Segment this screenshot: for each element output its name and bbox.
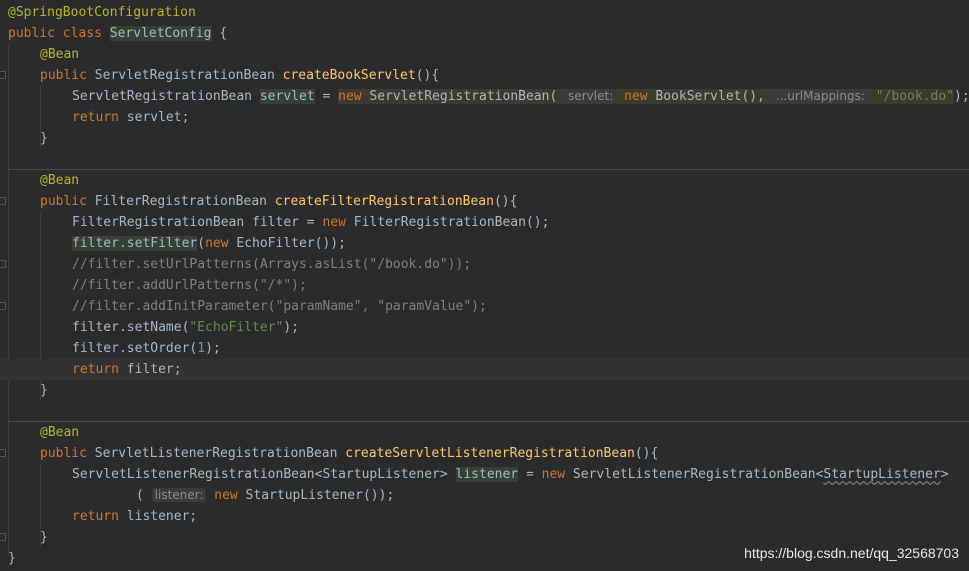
code-line: return servlet; <box>0 107 969 128</box>
method-sig-end: (){ <box>634 446 659 461</box>
comment: //filter.addInitParameter("paramName", "… <box>72 299 487 314</box>
brace: } <box>40 383 48 398</box>
keyword-return: return <box>72 362 119 377</box>
bean-annotation: @Bean <box>40 47 80 62</box>
return-type: ServletListenerRegistrationBean <box>94 446 338 461</box>
param-hint-servlet: servlet: <box>565 89 617 103</box>
return-type: ServletRegistrationBean <box>94 68 275 83</box>
keyword-return: return <box>72 509 119 524</box>
keyword-class: class <box>62 26 102 41</box>
keyword-return: return <box>72 110 119 125</box>
method-name[interactable]: createFilterRegistrationBean <box>275 194 494 209</box>
constructor: ServletRegistrationBean( <box>361 89 558 104</box>
code-line: @Bean <box>0 422 969 443</box>
paren: ( <box>197 236 206 251</box>
method-sig-end: (){ <box>493 194 518 209</box>
class-name[interactable]: ServletConfig <box>109 26 212 41</box>
keyword-new: new <box>338 89 362 104</box>
constructor-arg: StartupListener()); <box>237 488 395 503</box>
code-line: filter.setOrder(1); <box>0 338 969 359</box>
code-line: //filter.addInitParameter("paramName", "… <box>0 296 969 317</box>
number-order: 1 <box>197 341 206 356</box>
method-name[interactable]: createBookServlet <box>283 68 416 83</box>
constructor: FilterRegistrationBean(); <box>345 215 550 230</box>
set-order-call: filter.setOrder( <box>72 341 198 356</box>
code-line: filter.setName("EchoFilter"); <box>0 317 969 338</box>
keyword-new: new <box>205 236 229 251</box>
code-line: } <box>0 380 969 401</box>
keyword-public: public <box>40 194 87 209</box>
param-hint-listener: listener: <box>151 488 207 502</box>
listener-variable[interactable]: listener <box>455 467 519 482</box>
param-hint-url: ...urlMappings: <box>772 89 868 103</box>
code-line: ( listener: new StartupListener()); <box>0 485 969 506</box>
keyword-public: public <box>8 26 55 41</box>
code-editor[interactable]: @SpringBootConfiguration public class Se… <box>0 0 969 571</box>
code-line: @Bean <box>0 44 969 65</box>
brace: } <box>8 551 16 566</box>
keyword-new: new <box>624 89 648 104</box>
code-line: return listener; <box>0 506 969 527</box>
keyword-new: new <box>541 467 566 482</box>
bean-annotation: @Bean <box>40 173 80 188</box>
generic-close: > <box>940 467 949 482</box>
code-line: ServletRegistrationBean servlet = new Se… <box>0 86 969 107</box>
servlet-variable[interactable]: servlet <box>259 89 315 104</box>
code-line: filter.setFilter(new EchoFilter()); <box>0 233 969 254</box>
brace: { <box>211 26 228 41</box>
keyword-public: public <box>40 446 87 461</box>
generic-type-warning: StartupListener <box>823 467 941 482</box>
code-line: } <box>0 128 969 149</box>
bean-annotation: @Bean <box>40 425 80 440</box>
return-value: listener; <box>118 509 198 524</box>
assign: = <box>314 89 339 104</box>
code-line: //filter.setUrlPatterns(Arrays.asList("/… <box>0 254 969 275</box>
class-annotation: @SpringBootConfiguration <box>8 5 196 20</box>
code-line: FilterRegistrationBean filter = new Filt… <box>0 212 969 233</box>
return-value: servlet; <box>118 110 190 125</box>
brace: } <box>40 131 48 146</box>
code-line: public ServletRegistrationBean createBoo… <box>0 65 969 86</box>
var-type: ServletListenerRegistrationBean<StartupL… <box>72 467 456 482</box>
code-line: ServletListenerRegistrationBean<StartupL… <box>0 464 969 485</box>
code-line: @Bean <box>0 170 969 191</box>
keyword-new: new <box>322 215 346 230</box>
code-line: public class ServletConfig { <box>0 23 969 44</box>
keyword-new: new <box>214 488 238 503</box>
code-line: //filter.addUrlPatterns("/*"); <box>0 275 969 296</box>
paren: ( <box>136 488 144 503</box>
code-line: @SpringBootConfiguration <box>0 2 969 23</box>
set-filter-call[interactable]: filter.setFilter <box>72 236 198 251</box>
method-sig-end: (){ <box>415 68 440 83</box>
keyword-public: public <box>40 68 87 83</box>
string-filter-name: "EchoFilter" <box>189 320 284 335</box>
statement-end: ); <box>954 89 969 104</box>
code-line: public FilterRegistrationBean createFilt… <box>0 191 969 212</box>
current-line: return filter; <box>0 359 969 380</box>
return-value: filter; <box>118 362 182 377</box>
method-name[interactable]: createServletListenerRegistrationBean <box>345 446 635 461</box>
comment: //filter.addUrlPatterns("/*"); <box>72 278 307 293</box>
string-url: "/book.do" <box>875 89 955 104</box>
return-type: FilterRegistrationBean <box>94 194 267 209</box>
var-type: ServletRegistrationBean <box>72 89 260 104</box>
declaration: FilterRegistrationBean filter = <box>72 215 323 230</box>
statement-end: ); <box>283 320 299 335</box>
set-name-call: filter.setName( <box>72 320 190 335</box>
constructor-arg: BookServlet(), <box>647 89 765 104</box>
assign: = <box>518 467 542 482</box>
watermark: https://blog.csdn.net/qq_32568703 <box>744 545 959 561</box>
constructor: ServletListenerRegistrationBean< <box>565 467 824 482</box>
constructor-arg: EchoFilter()); <box>228 236 346 251</box>
code-line: public ServletListenerRegistrationBean c… <box>0 443 969 464</box>
brace: } <box>40 530 48 545</box>
statement-end: ); <box>205 341 221 356</box>
comment: //filter.setUrlPatterns(Arrays.asList("/… <box>72 257 472 272</box>
